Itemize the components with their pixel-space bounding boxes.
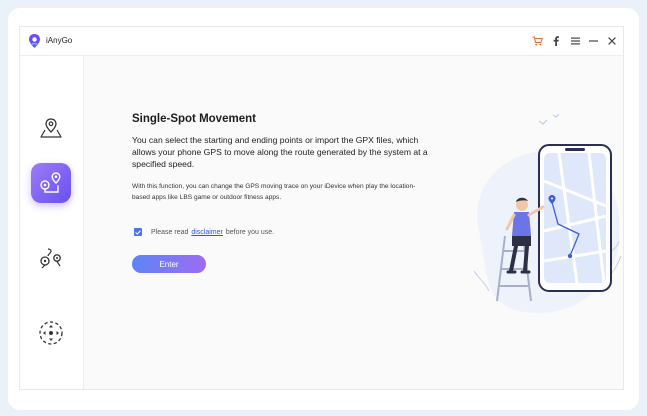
ianygo-logo-icon xyxy=(29,34,40,48)
cart-button[interactable] xyxy=(531,35,543,47)
menu-button[interactable] xyxy=(569,35,581,47)
sidebar-item-joystick-movement[interactable] xyxy=(31,313,71,353)
feature-note: With this function, you can change the G… xyxy=(132,183,416,201)
title-bar: iAnyGo xyxy=(20,27,623,56)
enter-button[interactable]: Enter xyxy=(132,255,206,273)
sidebar-item-multi-spot-movement[interactable] xyxy=(31,238,71,278)
close-button[interactable] xyxy=(606,35,618,47)
feature-description: You can select the starting and ending p… xyxy=(132,135,428,170)
cart-icon xyxy=(532,36,543,46)
sidebar xyxy=(20,56,84,389)
phone-navigation-illustration xyxy=(473,113,622,313)
close-icon xyxy=(608,37,616,45)
main-content: Single-Spot Movement You can select the … xyxy=(84,56,623,389)
menu-icon xyxy=(570,37,580,45)
disclaimer-link[interactable]: disclaimer xyxy=(191,229,223,236)
minimize-button[interactable] xyxy=(587,35,599,47)
agree-checkbox[interactable] xyxy=(134,228,142,236)
minimize-icon xyxy=(588,40,598,42)
sidebar-item-change-location[interactable] xyxy=(31,108,71,148)
checkmark-icon xyxy=(135,229,141,235)
app-title: iAnyGo xyxy=(46,36,73,45)
change-location-icon xyxy=(40,118,62,138)
facebook-button[interactable] xyxy=(550,35,562,47)
agree-suffix-text: before you use. xyxy=(225,228,275,236)
disclaimer-agreement: Please read disclaimer before you use. xyxy=(134,226,274,238)
joystick-movement-icon xyxy=(39,321,63,345)
app-window: iAnyGo Single-Spot Movement You can sele… xyxy=(19,26,624,390)
page-title: Single-Spot Movement xyxy=(132,113,256,125)
sidebar-item-single-spot-movement[interactable] xyxy=(31,163,71,203)
facebook-icon xyxy=(553,36,559,46)
single-spot-movement-icon xyxy=(40,172,61,193)
agree-prefix-text: Please read xyxy=(151,228,189,236)
multi-spot-movement-icon xyxy=(40,248,61,269)
